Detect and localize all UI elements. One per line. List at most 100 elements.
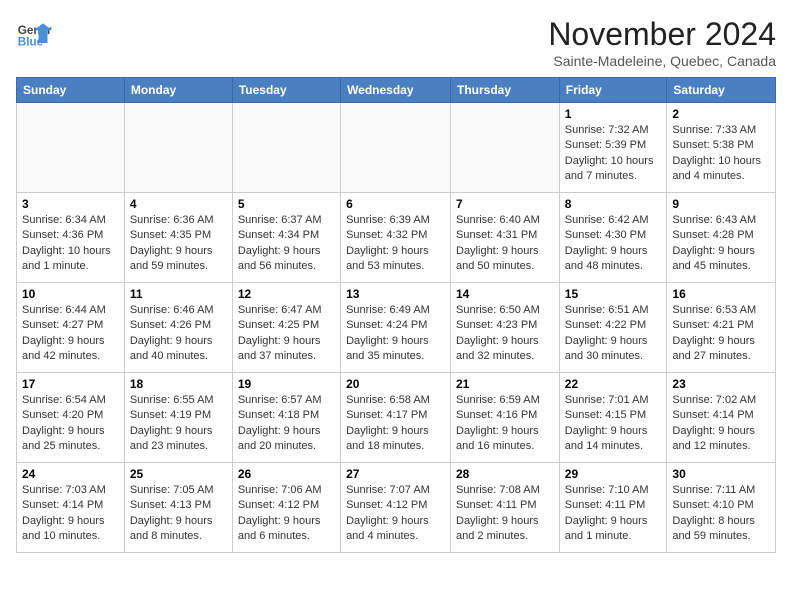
- day-header-wednesday: Wednesday: [341, 78, 451, 103]
- day-number: 24: [22, 467, 119, 481]
- calendar-cell: 10 Sunrise: 6:44 AM Sunset: 4:27 PM Dayli…: [17, 283, 125, 373]
- week-row-2: 3 Sunrise: 6:34 AM Sunset: 4:36 PM Daylig…: [17, 193, 776, 283]
- day-number: 9: [672, 197, 770, 211]
- calendar-cell: 18 Sunrise: 6:55 AM Sunset: 4:19 PM Dayli…: [124, 373, 232, 463]
- calendar-cell: 7Sunrise: 6:40 AM Sunset: 4:31 PM Daylig…: [451, 193, 560, 283]
- day-info: Sunrise: 7:10 AM Sunset: 4:11 PM Dayligh…: [565, 483, 662, 545]
- day-info: Sunrise: 6:47 AM Sunset: 4:25 PM Dayligh…: [238, 303, 335, 365]
- day-number: 10: [22, 287, 119, 301]
- day-header-monday: Monday: [124, 78, 232, 103]
- day-info: Sunrise: 7:01 AM Sunset: 4:15 PM Dayligh…: [565, 393, 662, 455]
- calendar-cell: 17 Sunrise: 6:54 AM Sunset: 4:20 PM Dayli…: [17, 373, 125, 463]
- day-info: Sunrise: 6:44 AM Sunset: 4:27 PM Dayligh…: [22, 303, 119, 365]
- day-info: Sunrise: 7:03 AM Sunset: 4:14 PM Dayligh…: [22, 483, 119, 545]
- day-info: Sunrise: 6:42 AM Sunset: 4:30 PM Dayligh…: [565, 213, 662, 275]
- calendar-cell: 5 Sunrise: 6:37 AM Sunset: 4:34 PM Daylig…: [232, 193, 340, 283]
- title-block: November 2024 Sainte-Madeleine, Quebec, …: [548, 16, 776, 69]
- day-header-sunday: Sunday: [17, 78, 125, 103]
- day-info: Sunrise: 6:53 AM Sunset: 4:21 PM Dayligh…: [672, 303, 770, 365]
- calendar-cell: 30 Sunrise: 7:11 AM Sunset: 4:10 PM Dayli…: [667, 463, 776, 553]
- day-number: 11: [130, 287, 227, 301]
- calendar-header-row: SundayMondayTuesdayWednesdayThursdayFrid…: [17, 78, 776, 103]
- day-info: Sunrise: 6:59 AM Sunset: 4:16 PM Dayligh…: [456, 393, 554, 455]
- day-info: Sunrise: 6:43 AM Sunset: 4:28 PM Dayligh…: [672, 213, 770, 275]
- day-info: Sunrise: 6:39 AM Sunset: 4:32 PM Dayligh…: [346, 213, 445, 275]
- day-number: 20: [346, 377, 445, 391]
- day-info: Sunrise: 7:33 AM Sunset: 5:38 PM Dayligh…: [672, 123, 770, 185]
- calendar-cell: 29 Sunrise: 7:10 AM Sunset: 4:11 PM Dayli…: [559, 463, 667, 553]
- calendar-cell: [341, 103, 451, 193]
- calendar-cell: 1 Sunrise: 7:32 AM Sunset: 5:39 PM Daylig…: [559, 103, 667, 193]
- page-header: General Blue November 2024 Sainte-Madele…: [16, 16, 776, 69]
- calendar-cell: 14 Sunrise: 6:50 AM Sunset: 4:23 PM Dayli…: [451, 283, 560, 373]
- day-info: Sunrise: 6:34 AM Sunset: 4:36 PM Dayligh…: [22, 213, 119, 275]
- logo-icon: General Blue: [16, 16, 52, 52]
- month-title: November 2024: [548, 16, 776, 53]
- day-number: 8: [565, 197, 662, 211]
- logo: General Blue: [16, 16, 52, 52]
- day-number: 13: [346, 287, 445, 301]
- day-number: 26: [238, 467, 335, 481]
- calendar-cell: 21 Sunrise: 6:59 AM Sunset: 4:16 PM Dayli…: [451, 373, 560, 463]
- day-info: Sunrise: 6:55 AM Sunset: 4:19 PM Dayligh…: [130, 393, 227, 455]
- week-row-4: 17 Sunrise: 6:54 AM Sunset: 4:20 PM Dayli…: [17, 373, 776, 463]
- calendar-cell: 16Sunrise: 6:53 AM Sunset: 4:21 PM Dayli…: [667, 283, 776, 373]
- day-number: 29: [565, 467, 662, 481]
- day-number: 22: [565, 377, 662, 391]
- location-subtitle: Sainte-Madeleine, Quebec, Canada: [548, 53, 776, 69]
- day-info: Sunrise: 6:46 AM Sunset: 4:26 PM Dayligh…: [130, 303, 227, 365]
- day-info: Sunrise: 6:57 AM Sunset: 4:18 PM Dayligh…: [238, 393, 335, 455]
- day-header-tuesday: Tuesday: [232, 78, 340, 103]
- day-info: Sunrise: 6:54 AM Sunset: 4:20 PM Dayligh…: [22, 393, 119, 455]
- day-info: Sunrise: 7:05 AM Sunset: 4:13 PM Dayligh…: [130, 483, 227, 545]
- calendar-cell: 27Sunrise: 7:07 AM Sunset: 4:12 PM Dayli…: [341, 463, 451, 553]
- day-number: 28: [456, 467, 554, 481]
- day-number: 5: [238, 197, 335, 211]
- day-number: 3: [22, 197, 119, 211]
- day-number: 21: [456, 377, 554, 391]
- calendar-cell: 12 Sunrise: 6:47 AM Sunset: 4:25 PM Dayli…: [232, 283, 340, 373]
- calendar-cell: 25Sunrise: 7:05 AM Sunset: 4:13 PM Dayli…: [124, 463, 232, 553]
- day-info: Sunrise: 7:11 AM Sunset: 4:10 PM Dayligh…: [672, 483, 770, 545]
- day-number: 19: [238, 377, 335, 391]
- calendar-cell: 13 Sunrise: 6:49 AM Sunset: 4:24 PM Dayli…: [341, 283, 451, 373]
- calendar-cell: [17, 103, 125, 193]
- day-number: 7: [456, 197, 554, 211]
- calendar-cell: 28Sunrise: 7:08 AM Sunset: 4:11 PM Dayli…: [451, 463, 560, 553]
- day-info: Sunrise: 6:50 AM Sunset: 4:23 PM Dayligh…: [456, 303, 554, 365]
- day-info: Sunrise: 7:06 AM Sunset: 4:12 PM Dayligh…: [238, 483, 335, 545]
- calendar-cell: 4Sunrise: 6:36 AM Sunset: 4:35 PM Daylig…: [124, 193, 232, 283]
- day-header-friday: Friday: [559, 78, 667, 103]
- day-number: 1: [565, 107, 662, 121]
- day-number: 12: [238, 287, 335, 301]
- calendar-cell: 3 Sunrise: 6:34 AM Sunset: 4:36 PM Daylig…: [17, 193, 125, 283]
- calendar-cell: 15Sunrise: 6:51 AM Sunset: 4:22 PM Dayli…: [559, 283, 667, 373]
- day-info: Sunrise: 7:32 AM Sunset: 5:39 PM Dayligh…: [565, 123, 662, 185]
- calendar-table: SundayMondayTuesdayWednesdayThursdayFrid…: [16, 77, 776, 553]
- week-row-1: 1 Sunrise: 7:32 AM Sunset: 5:39 PM Daylig…: [17, 103, 776, 193]
- calendar-cell: 20Sunrise: 6:58 AM Sunset: 4:17 PM Dayli…: [341, 373, 451, 463]
- calendar-cell: 9 Sunrise: 6:43 AM Sunset: 4:28 PM Daylig…: [667, 193, 776, 283]
- day-info: Sunrise: 6:37 AM Sunset: 4:34 PM Dayligh…: [238, 213, 335, 275]
- day-info: Sunrise: 7:02 AM Sunset: 4:14 PM Dayligh…: [672, 393, 770, 455]
- calendar-cell: 11 Sunrise: 6:46 AM Sunset: 4:26 PM Dayli…: [124, 283, 232, 373]
- day-number: 23: [672, 377, 770, 391]
- calendar-cell: 22 Sunrise: 7:01 AM Sunset: 4:15 PM Dayli…: [559, 373, 667, 463]
- calendar-cell: 6Sunrise: 6:39 AM Sunset: 4:32 PM Daylig…: [341, 193, 451, 283]
- calendar-cell: 23 Sunrise: 7:02 AM Sunset: 4:14 PM Dayli…: [667, 373, 776, 463]
- day-header-thursday: Thursday: [451, 78, 560, 103]
- day-number: 17: [22, 377, 119, 391]
- week-row-5: 24 Sunrise: 7:03 AM Sunset: 4:14 PM Dayli…: [17, 463, 776, 553]
- day-number: 2: [672, 107, 770, 121]
- day-info: Sunrise: 6:49 AM Sunset: 4:24 PM Dayligh…: [346, 303, 445, 365]
- day-number: 30: [672, 467, 770, 481]
- day-number: 14: [456, 287, 554, 301]
- day-number: 27: [346, 467, 445, 481]
- calendar-cell: 24 Sunrise: 7:03 AM Sunset: 4:14 PM Dayli…: [17, 463, 125, 553]
- calendar-cell: [124, 103, 232, 193]
- calendar-cell: 2 Sunrise: 7:33 AM Sunset: 5:38 PM Daylig…: [667, 103, 776, 193]
- day-info: Sunrise: 6:36 AM Sunset: 4:35 PM Dayligh…: [130, 213, 227, 275]
- week-row-3: 10 Sunrise: 6:44 AM Sunset: 4:27 PM Dayli…: [17, 283, 776, 373]
- day-number: 18: [130, 377, 227, 391]
- day-info: Sunrise: 6:51 AM Sunset: 4:22 PM Dayligh…: [565, 303, 662, 365]
